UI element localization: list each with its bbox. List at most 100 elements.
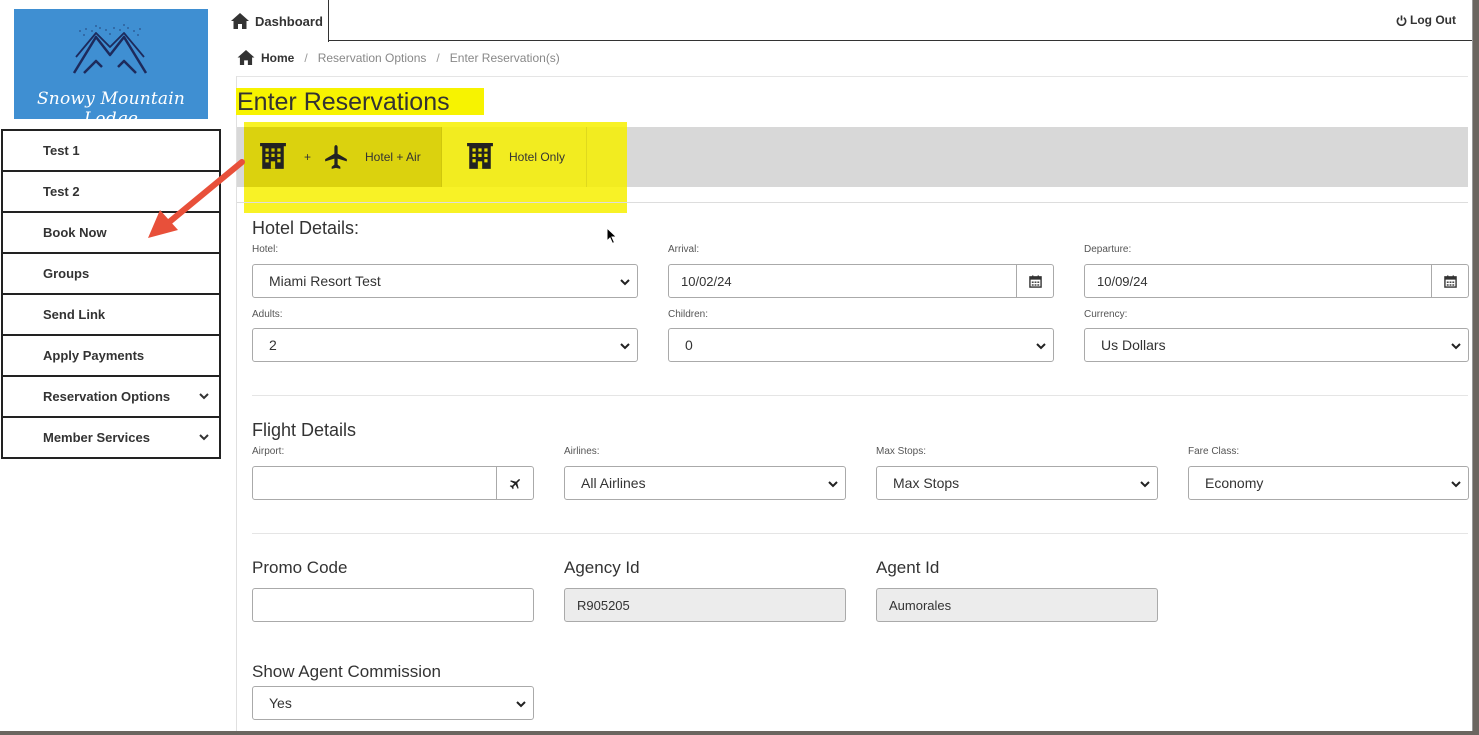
- breadcrumb-reservation-options[interactable]: Reservation Options: [318, 51, 427, 65]
- logout-label: Log Out: [1410, 13, 1456, 27]
- hotel-select-value: Miami Resort Test: [269, 273, 381, 289]
- agent-commission-value: Yes: [269, 695, 292, 711]
- tab-dashboard-label: Dashboard: [255, 13, 323, 29]
- currency-select-value: Us Dollars: [1101, 337, 1166, 353]
- sidebar-item-label: Member Services: [43, 430, 150, 445]
- sidebar-item-label: Reservation Options: [43, 389, 171, 404]
- promo-code-label: Promo Code: [252, 558, 348, 577]
- agency-id-value: R905205: [577, 597, 630, 613]
- sidebar-item-send-link[interactable]: Send Link: [1, 293, 221, 336]
- panel-top-border: [237, 202, 1468, 203]
- departure-date-value: 10/09/24: [1097, 273, 1148, 289]
- mountain-logo-icon: [72, 24, 148, 74]
- logout-button[interactable]: Log Out: [1396, 13, 1456, 27]
- chevron-down-icon: [620, 343, 630, 350]
- agent-id-value: Aumorales: [889, 597, 952, 613]
- adults-select-value: 2: [269, 337, 277, 353]
- chevron-down-icon: [1036, 343, 1046, 350]
- departure-date-input[interactable]: 10/09/24: [1084, 264, 1469, 298]
- hotel-air-button[interactable]: + Hotel + Air: [244, 127, 442, 187]
- hotel-select[interactable]: Miami Resort Test: [252, 264, 638, 298]
- currency-select[interactable]: Us Dollars: [1084, 328, 1469, 362]
- agency-id-field: R905205: [564, 588, 846, 622]
- brand-logo[interactable]: Snowy Mountain Lodge: [14, 9, 208, 119]
- flight-details-title: Flight Details: [252, 420, 357, 440]
- sidebar: Snowy Mountain Lodge Test 1 Test 2 Book …: [0, 0, 222, 731]
- max-stops-label: Max Stops:: [876, 446, 927, 457]
- page-title: Enter Reservations: [236, 88, 484, 116]
- agent-commission-select[interactable]: Yes: [252, 686, 534, 720]
- fare-class-label: Fare Class:: [1188, 446, 1240, 457]
- calendar-icon: [1028, 274, 1042, 288]
- home-icon: [231, 13, 249, 29]
- departure-label: Departure:: [1084, 244, 1132, 255]
- arrival-date-input[interactable]: 10/02/24: [668, 264, 1054, 298]
- adults-label: Adults:: [252, 309, 283, 320]
- building-icon: [260, 143, 286, 169]
- sidebar-item-label: Test 2: [43, 184, 80, 199]
- hotel-only-button[interactable]: Hotel Only: [443, 127, 587, 187]
- hotel-details-title: Hotel Details:: [252, 218, 360, 238]
- section-divider: [252, 533, 1468, 534]
- sidebar-item-label: Apply Payments: [43, 348, 145, 363]
- sidebar-item-reservation-options[interactable]: Reservation Options: [1, 375, 221, 418]
- airport-input[interactable]: [252, 466, 534, 500]
- calendar-button[interactable]: [1431, 265, 1468, 297]
- promo-code-input[interactable]: [252, 588, 534, 622]
- calendar-button[interactable]: [1016, 265, 1053, 297]
- breadcrumb-home[interactable]: Home: [237, 50, 294, 65]
- home-icon: [237, 50, 255, 65]
- sidebar-item-groups[interactable]: Groups: [1, 252, 221, 295]
- breadcrumb-divider: [237, 76, 1468, 77]
- sidebar-item-label: Test 1: [43, 143, 80, 158]
- agent-id-label: Agent Id: [876, 558, 940, 577]
- chevron-down-icon: [199, 434, 209, 441]
- breadcrumb-separator: /: [304, 50, 308, 65]
- fare-class-select[interactable]: Economy: [1188, 466, 1469, 500]
- airlines-label: Airlines:: [564, 446, 600, 457]
- chevron-down-icon: [1451, 343, 1461, 350]
- sidebar-item-member-services[interactable]: Member Services: [1, 416, 221, 459]
- currency-label: Currency:: [1084, 309, 1128, 320]
- sidebar-item-label: Book Now: [43, 225, 107, 240]
- sidebar-item-label: Groups: [43, 266, 90, 281]
- section-divider: [252, 395, 1468, 396]
- sidebar-item-apply-payments[interactable]: Apply Payments: [1, 334, 221, 377]
- fare-class-select-value: Economy: [1205, 475, 1264, 491]
- chevron-down-icon: [1140, 481, 1150, 488]
- children-label: Children:: [668, 309, 709, 320]
- arrival-label: Arrival:: [668, 244, 700, 255]
- building-icon: [467, 143, 493, 169]
- breadcrumb-current: Enter Reservation(s): [449, 50, 560, 65]
- power-icon: [1396, 14, 1407, 26]
- top-bar: Dashboard Log Out: [222, 0, 1472, 42]
- children-select-value: 0: [685, 337, 693, 353]
- chevron-down-icon: [516, 701, 526, 708]
- hotel-air-label: Hotel + Air: [365, 150, 421, 164]
- tab-dashboard[interactable]: Dashboard: [222, 0, 329, 42]
- hotel-only-label: Hotel Only: [509, 150, 566, 164]
- hotel-label: Hotel:: [252, 244, 279, 255]
- chevron-down-icon: [1451, 481, 1461, 488]
- max-stops-select[interactable]: Max Stops: [876, 466, 1158, 500]
- annotation-arrow-icon: [148, 159, 245, 238]
- max-stops-select-value: Max Stops: [893, 475, 960, 491]
- breadcrumb-separator: /: [436, 50, 440, 65]
- chevron-down-icon: [620, 279, 630, 286]
- chevron-down-icon: [828, 481, 838, 488]
- chevron-down-icon: [199, 393, 209, 400]
- airplane-icon: [509, 478, 520, 489]
- adults-select[interactable]: 2: [252, 328, 638, 362]
- sidebar-item-label: Send Link: [43, 307, 106, 322]
- mouse-cursor-icon: [606, 227, 618, 245]
- app-window: Snowy Mountain Lodge Test 1 Test 2 Book …: [0, 0, 1473, 731]
- breadcrumb: Home / Reservation Options / Enter Reser…: [237, 50, 560, 65]
- agent-commission-label: Show Agent Commission: [252, 662, 441, 681]
- children-select[interactable]: 0: [668, 328, 1054, 362]
- airport-label: Airport:: [252, 446, 285, 457]
- calendar-icon: [1443, 274, 1457, 288]
- airport-search-button[interactable]: [496, 467, 533, 499]
- airlines-select[interactable]: All Airlines: [564, 466, 846, 500]
- arrival-date-value: 10/02/24: [681, 273, 732, 289]
- airplane-icon: [325, 145, 347, 169]
